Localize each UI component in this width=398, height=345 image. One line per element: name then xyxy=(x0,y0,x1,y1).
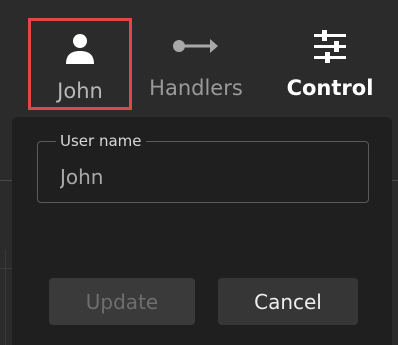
sliders-icon xyxy=(312,26,348,66)
user-name-input[interactable] xyxy=(38,142,368,202)
nav-control-label: Control xyxy=(286,76,374,100)
nav-handlers-label: Handlers xyxy=(149,76,243,100)
update-button[interactable]: Update xyxy=(49,278,195,325)
background-divider xyxy=(0,268,12,269)
user-name-field: User name xyxy=(37,131,369,203)
nav-handlers-tab[interactable]: Handlers xyxy=(140,18,252,114)
background-divider xyxy=(0,180,12,181)
arrow-handler-icon xyxy=(172,26,220,66)
nav-user-tab[interactable]: John xyxy=(28,18,132,110)
user-popover: User name Update Cancel xyxy=(12,117,392,345)
cancel-button[interactable]: Cancel xyxy=(218,278,358,325)
app-screen: John Handlers Control User name John Upd… xyxy=(0,0,398,345)
background-divider xyxy=(5,250,6,345)
nav-control-tab[interactable]: Control xyxy=(282,18,378,114)
user-icon xyxy=(63,29,97,69)
nav-user-label: John xyxy=(57,79,103,103)
